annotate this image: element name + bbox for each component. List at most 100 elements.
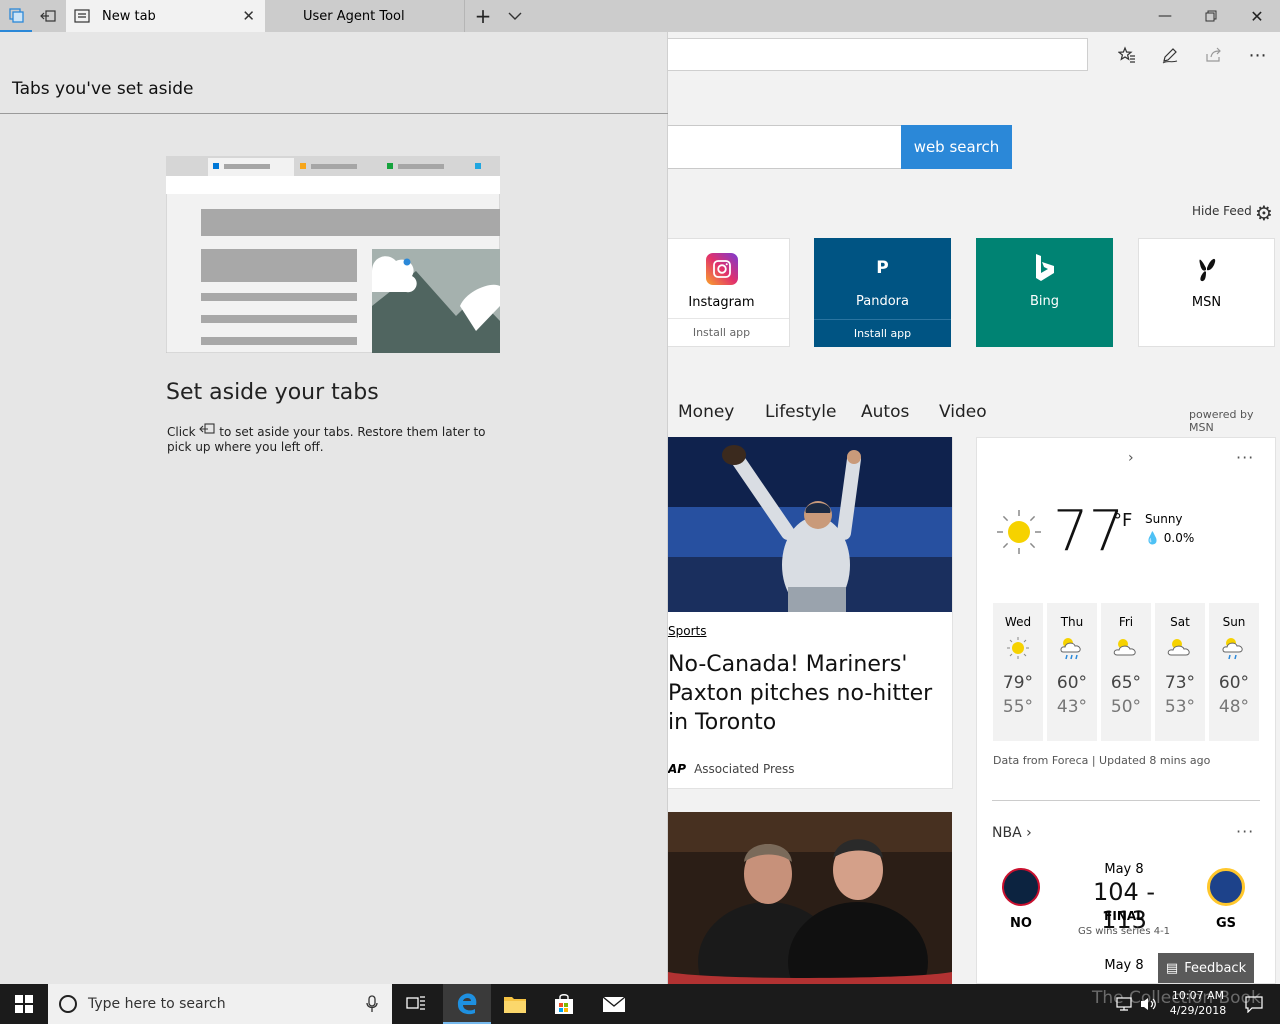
share-button[interactable] — [1199, 40, 1229, 70]
tab-page-icon — [74, 9, 90, 23]
ap-logo: AP — [668, 762, 687, 776]
bing-icon — [1029, 252, 1061, 284]
cortana-icon — [59, 995, 77, 1013]
tile-instagram[interactable]: Instagram Install app — [653, 238, 790, 347]
web-search-button[interactable]: web search — [901, 125, 1012, 169]
set-aside-button[interactable] — [32, 0, 64, 32]
hide-feed-link[interactable]: Hide Feed — [1192, 204, 1252, 218]
tabs-aside-button[interactable] — [0, 0, 32, 32]
taskbar-search-placeholder: Type here to search — [88, 996, 226, 1012]
pelicans-logo-icon — [1002, 868, 1040, 906]
news-source-name: Associated Press — [694, 762, 795, 776]
forecast-day[interactable]: Sun 60° 48° — [1209, 603, 1259, 741]
category-video[interactable]: Video — [939, 402, 987, 422]
favorites-button[interactable] — [1112, 40, 1142, 70]
tab-user-agent-tool[interactable]: User Agent Tool — [265, 0, 465, 32]
address-bar[interactable] — [660, 38, 1088, 71]
install-app-link[interactable]: Install app — [814, 319, 951, 347]
more-button[interactable]: ⋯ — [1243, 40, 1273, 70]
tile-name: Instagram — [688, 295, 755, 310]
chevron-right-icon[interactable]: › — [1128, 450, 1134, 466]
folder-icon — [504, 997, 526, 1013]
edge-icon — [457, 993, 477, 1015]
set-aside-description: Click to set aside your tabs. Restore th… — [167, 423, 486, 454]
install-app-link[interactable]: Install app — [654, 318, 789, 346]
chevron-down-icon — [508, 12, 522, 20]
temperature-unit: °F — [1113, 510, 1133, 531]
game-status: FINAL — [1104, 909, 1144, 923]
powered-by-msn: powered by MSN — [1189, 408, 1254, 434]
restore-icon — [1205, 10, 1217, 22]
sun-icon — [997, 510, 1041, 554]
restore-button[interactable] — [1188, 0, 1234, 32]
instagram-icon — [705, 253, 738, 285]
chevron-right-icon: › — [1026, 825, 1032, 841]
action-center-button[interactable] — [1234, 984, 1274, 1024]
category-autos[interactable]: Autos — [861, 402, 909, 422]
team-home[interactable]: NO — [1001, 868, 1041, 931]
taskbar-clock[interactable]: 10:07 AM 4/29/2018 — [1166, 988, 1230, 1018]
minimize-icon: — — [1158, 8, 1172, 24]
microphone-icon[interactable] — [366, 995, 378, 1013]
game-note: GS wins series 4-1 — [1077, 926, 1171, 937]
forecast-day[interactable]: Thu 60° 43° — [1047, 603, 1097, 741]
close-tab-icon[interactable]: ✕ — [242, 7, 255, 25]
news-photo-people[interactable] — [668, 812, 952, 984]
file-explorer-button[interactable] — [491, 984, 539, 1024]
search-input[interactable] — [660, 125, 902, 169]
tab-new-tab[interactable]: New tab ✕ — [66, 0, 265, 32]
sun-icon — [993, 629, 1043, 667]
notes-button[interactable] — [1155, 40, 1185, 70]
close-window-button[interactable]: ✕ — [1234, 0, 1280, 32]
news-headline[interactable]: No-Canada! Mariners' Paxton pitches no-h… — [668, 650, 938, 737]
tab-preview-button[interactable] — [500, 0, 530, 32]
minimize-button[interactable]: — — [1142, 0, 1188, 32]
warriors-logo-icon — [1207, 868, 1245, 906]
weather-condition: Sunny — [1145, 512, 1183, 526]
task-view-button[interactable] — [392, 984, 440, 1024]
store-button[interactable] — [540, 984, 588, 1024]
volume-button[interactable] — [1130, 984, 1166, 1024]
forecast-day[interactable]: Sat 73° 53° — [1155, 603, 1205, 741]
tile-bing[interactable]: Bing — [976, 238, 1113, 347]
clock-time: 10:07 AM — [1171, 989, 1225, 1002]
task-view-icon — [406, 996, 425, 1010]
news-category-link[interactable]: Sports — [668, 624, 706, 638]
tile-msn[interactable]: MSN — [1138, 238, 1275, 347]
rain-icon — [1047, 629, 1097, 667]
news-photo-baseball[interactable] — [668, 437, 952, 612]
category-lifestyle[interactable]: Lifestyle — [765, 402, 836, 422]
team-away[interactable]: GS — [1206, 868, 1246, 931]
new-tab-button[interactable]: + — [468, 0, 498, 32]
share-icon — [1206, 47, 1221, 62]
panel-title: Tabs you've set aside — [12, 79, 194, 99]
forecast-day[interactable]: Fri 65° 50° — [1101, 603, 1151, 741]
weather-data-source: Data from Foreca | Updated 8 mins ago — [993, 754, 1211, 767]
feedback-button[interactable]: ▤ Feedback — [1158, 953, 1254, 983]
partly-cloudy-icon — [1101, 629, 1151, 667]
tile-name: Bing — [1029, 294, 1060, 309]
tabs-aside-icon — [9, 8, 24, 23]
set-aside-illustration — [166, 156, 500, 353]
mail-button[interactable] — [590, 984, 638, 1024]
weather-more-icon[interactable]: ··· — [1236, 448, 1254, 467]
gear-icon[interactable]: ⚙ — [1255, 201, 1273, 225]
game-date: May 8 — [1104, 958, 1144, 973]
forecast-day[interactable]: Wed 79° 55° — [993, 603, 1043, 741]
favorites-icon — [1118, 46, 1135, 63]
tabs-set-aside-panel: Tabs you've set aside Set aside your tab… — [0, 32, 668, 984]
partly-cloudy-icon — [1155, 629, 1205, 667]
tile-pandora[interactable]: P Pandora Install app — [814, 238, 951, 347]
nba-more-icon[interactable]: ··· — [1236, 822, 1254, 841]
raindrop-icon: 💧 — [1145, 531, 1160, 545]
start-button[interactable] — [0, 984, 48, 1024]
taskbar-search-box[interactable]: Type here to search — [48, 984, 392, 1024]
divider — [992, 800, 1260, 801]
edge-taskbar-button[interactable] — [443, 984, 491, 1024]
tile-name: MSN — [1191, 295, 1222, 310]
category-money[interactable]: Money — [678, 402, 734, 422]
sun-shower-icon — [1209, 629, 1259, 667]
windows-logo-icon — [15, 995, 33, 1013]
nba-link[interactable]: NBA › — [992, 825, 1032, 841]
set-aside-heading: Set aside your tabs — [166, 380, 379, 405]
